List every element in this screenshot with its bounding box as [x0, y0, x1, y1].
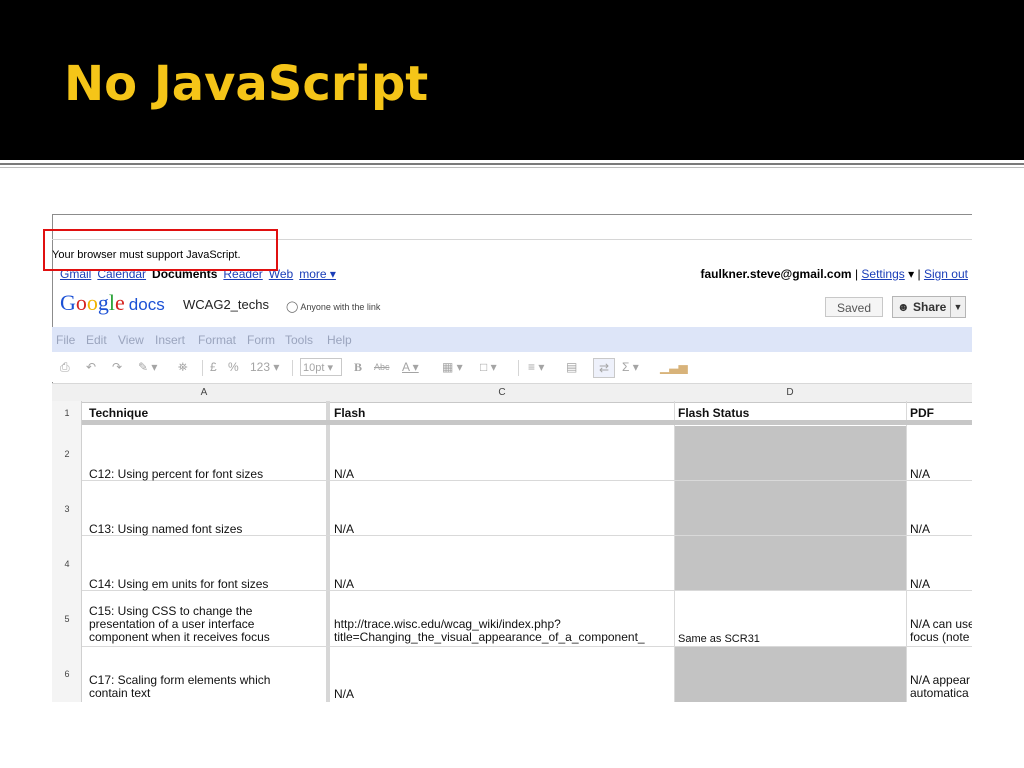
number-format-button[interactable]: 123 ▾ [250, 360, 279, 374]
row-number[interactable]: 4 [52, 559, 82, 569]
column-header-d[interactable]: D [674, 387, 906, 398]
menu-format[interactable]: Format [198, 333, 236, 347]
menu-view[interactable]: View [118, 333, 144, 347]
table-cell[interactable]: PDF [910, 407, 934, 420]
column-header-a[interactable]: A [82, 387, 326, 398]
fill-color-icon[interactable]: ▦ ▾ [442, 360, 463, 374]
google-docs-logo[interactable]: Google docs [60, 290, 165, 316]
row-number[interactable]: 1 [52, 408, 82, 418]
merge-cells-icon[interactable]: ▤ [566, 360, 577, 374]
table-cell[interactable]: C15: Using CSS to change the presentatio… [89, 605, 270, 644]
table-cell[interactable]: N/A can use focus (note [910, 618, 972, 644]
menu-tools[interactable]: Tools [285, 333, 313, 347]
table-cell[interactable]: N/A [910, 468, 930, 481]
table-cell[interactable]: C17: Scaling form elements which contain… [89, 674, 270, 700]
table-cell[interactable]: N/A [910, 578, 930, 591]
settings-link[interactable]: Settings [861, 267, 904, 281]
text-color-button[interactable]: A ▾ [402, 360, 419, 374]
empty-cell[interactable] [674, 426, 906, 480]
font-size-select[interactable]: 10pt ▾ [300, 358, 342, 376]
undo-icon[interactable]: ↶ [86, 360, 96, 374]
chart-icon[interactable]: ▁▃▅ [660, 360, 688, 374]
table-cell[interactable]: Technique [89, 407, 148, 420]
table-cell[interactable]: N/A [334, 523, 354, 536]
gbar-link-more[interactable]: more ▾ [299, 267, 336, 281]
row-number[interactable]: 2 [52, 449, 82, 459]
table-cell[interactable]: Same as SCR31 [678, 633, 760, 646]
row-number-gutter [52, 401, 82, 702]
menu-insert[interactable]: Insert [155, 333, 185, 347]
sharing-status[interactable]: ◯ Anyone with the link [286, 300, 380, 313]
clear-format-icon[interactable]: ⛯ [178, 360, 188, 375]
table-cell[interactable]: C14: Using em units for font sizes [89, 578, 268, 591]
menu-edit[interactable]: Edit [86, 333, 107, 347]
table-cell[interactable]: N/A [334, 468, 354, 481]
align-icon[interactable]: ≡ ▾ [528, 360, 544, 374]
strikethrough-button[interactable]: Abc [374, 362, 390, 372]
table-cell[interactable]: N/A [334, 578, 354, 591]
sum-button[interactable]: Σ ▾ [622, 360, 639, 374]
sign-out-link[interactable]: Sign out [924, 267, 968, 281]
share-button[interactable]: ☻ Share ▼ [892, 296, 966, 318]
slide-title: No JavaScript [64, 56, 429, 112]
bold-button[interactable]: B [354, 360, 362, 375]
document-title[interactable]: WCAG2_techs [183, 297, 269, 312]
empty-cell[interactable] [674, 481, 906, 535]
slide-title-bar: No JavaScript [0, 0, 1024, 160]
table-cell[interactable]: N/A [334, 688, 354, 701]
divider [0, 163, 1024, 165]
table-cell[interactable]: C13: Using named font sizes [89, 523, 242, 536]
empty-cell[interactable] [674, 536, 906, 590]
redo-icon[interactable]: ↷ [112, 360, 122, 374]
table-cell[interactable]: N/A [910, 523, 930, 536]
row-number[interactable]: 5 [52, 614, 82, 624]
menu-file[interactable]: File [56, 333, 75, 347]
row-number[interactable]: 3 [52, 504, 82, 514]
menu-form[interactable]: Form [247, 333, 275, 347]
account-area: faulkner.steve@gmail.com | Settings ▾ | … [700, 267, 968, 281]
chevron-down-icon[interactable]: ▼ [950, 297, 965, 317]
divider [0, 167, 1024, 168]
currency-format-button[interactable]: £ [210, 360, 217, 374]
chevron-down-icon[interactable]: ▾ [908, 267, 914, 281]
column-headers: A C D [52, 383, 972, 403]
menu-help[interactable]: Help [327, 333, 352, 347]
account-email: faulkner.steve@gmail.com [700, 267, 852, 281]
table-cell[interactable]: N/A appear automatica [910, 674, 970, 700]
column-header-c[interactable]: C [330, 387, 674, 398]
empty-cell[interactable] [674, 647, 906, 702]
row-number[interactable]: 6 [52, 669, 82, 679]
people-icon: ◯ [286, 301, 299, 313]
highlight-box [43, 229, 278, 271]
print-icon[interactable]: ⎙ [60, 360, 70, 375]
table-cell[interactable]: http://trace.wisc.edu/wcag_wiki/index.ph… [334, 618, 674, 644]
wrap-text-icon[interactable]: ⇄ [593, 358, 615, 378]
percent-format-button[interactable]: % [228, 360, 239, 374]
paint-format-icon[interactable]: ✎ ▾ [138, 360, 157, 374]
menu-bar: File Edit View Insert Format Form Tools … [52, 327, 972, 352]
toolbar: ⎙ ↶ ↷ ✎ ▾ ⛯ £ % 123 ▾ 10pt ▾ B Abc A ▾ ▦… [52, 352, 972, 382]
table-cell[interactable]: Flash [334, 407, 365, 420]
table-cell[interactable]: C12: Using percent for font sizes [89, 468, 263, 481]
share-icon: ☻ [897, 300, 910, 314]
borders-icon[interactable]: □ ▾ [480, 360, 497, 374]
saved-button[interactable]: Saved [825, 297, 883, 317]
docs-screenshot: Your browser must support JavaScript. Gm… [52, 214, 972, 702]
table-cell[interactable]: Flash Status [678, 407, 749, 420]
